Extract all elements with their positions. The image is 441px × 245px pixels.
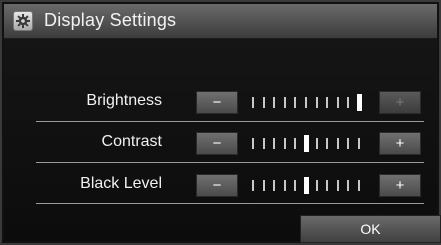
level-tick-active [304, 177, 309, 194]
settings-panel: Brightness − + Contrast − + Black Level … [4, 39, 437, 241]
setting-row-black-level: Black Level − + [4, 171, 437, 201]
level-tick [358, 138, 360, 149]
contrast-level-indicator[interactable] [252, 135, 370, 153]
level-tick [283, 180, 286, 191]
level-tick [262, 180, 265, 191]
level-tick [326, 138, 329, 149]
level-tick [326, 180, 329, 191]
level-tick [273, 180, 276, 191]
black-level-increase-button[interactable]: + [379, 174, 421, 197]
level-tick [358, 180, 360, 191]
level-tick [252, 138, 254, 149]
level-tick [315, 97, 318, 108]
divider [36, 203, 424, 204]
brightness-level-indicator[interactable] [252, 94, 370, 112]
level-tick [326, 97, 329, 108]
level-tick [336, 180, 339, 191]
level-tick [347, 97, 350, 108]
brightness-increase-button[interactable]: + [379, 91, 421, 114]
divider [36, 121, 424, 122]
level-tick [347, 138, 350, 149]
divider [36, 162, 424, 163]
black-level-decrease-button[interactable]: − [196, 174, 238, 197]
setting-row-contrast: Contrast − + [4, 129, 437, 159]
level-tick [294, 180, 297, 191]
level-tick [283, 138, 286, 149]
setting-label: Brightness [86, 92, 162, 109]
level-tick [336, 97, 339, 108]
level-tick [262, 138, 265, 149]
level-tick-active [357, 94, 362, 111]
level-tick [315, 180, 318, 191]
level-tick [336, 138, 339, 149]
level-tick [294, 138, 297, 149]
ok-button[interactable]: OK [300, 215, 441, 243]
brightness-decrease-button[interactable]: − [196, 91, 238, 114]
black-level-level-indicator[interactable] [252, 177, 370, 195]
level-tick [305, 97, 307, 108]
level-tick [315, 138, 318, 149]
level-tick-active [304, 135, 309, 152]
level-tick [294, 97, 297, 108]
contrast-increase-button[interactable]: + [379, 132, 421, 155]
contrast-decrease-button[interactable]: − [196, 132, 238, 155]
level-tick [252, 97, 254, 108]
page-title: Display Settings [44, 10, 177, 30]
level-tick [273, 138, 276, 149]
level-tick [283, 97, 286, 108]
display-settings-screen: Display Settings Brightness − + Contrast… [0, 0, 441, 245]
setting-label: Black Level [80, 175, 162, 192]
level-tick [262, 97, 265, 108]
level-tick [347, 180, 350, 191]
title-bar: Display Settings [4, 4, 437, 39]
setting-label: Contrast [101, 133, 162, 150]
level-tick [273, 97, 276, 108]
gear-icon [13, 11, 33, 31]
level-tick [252, 180, 254, 191]
setting-row-brightness: Brightness − + [4, 88, 437, 118]
